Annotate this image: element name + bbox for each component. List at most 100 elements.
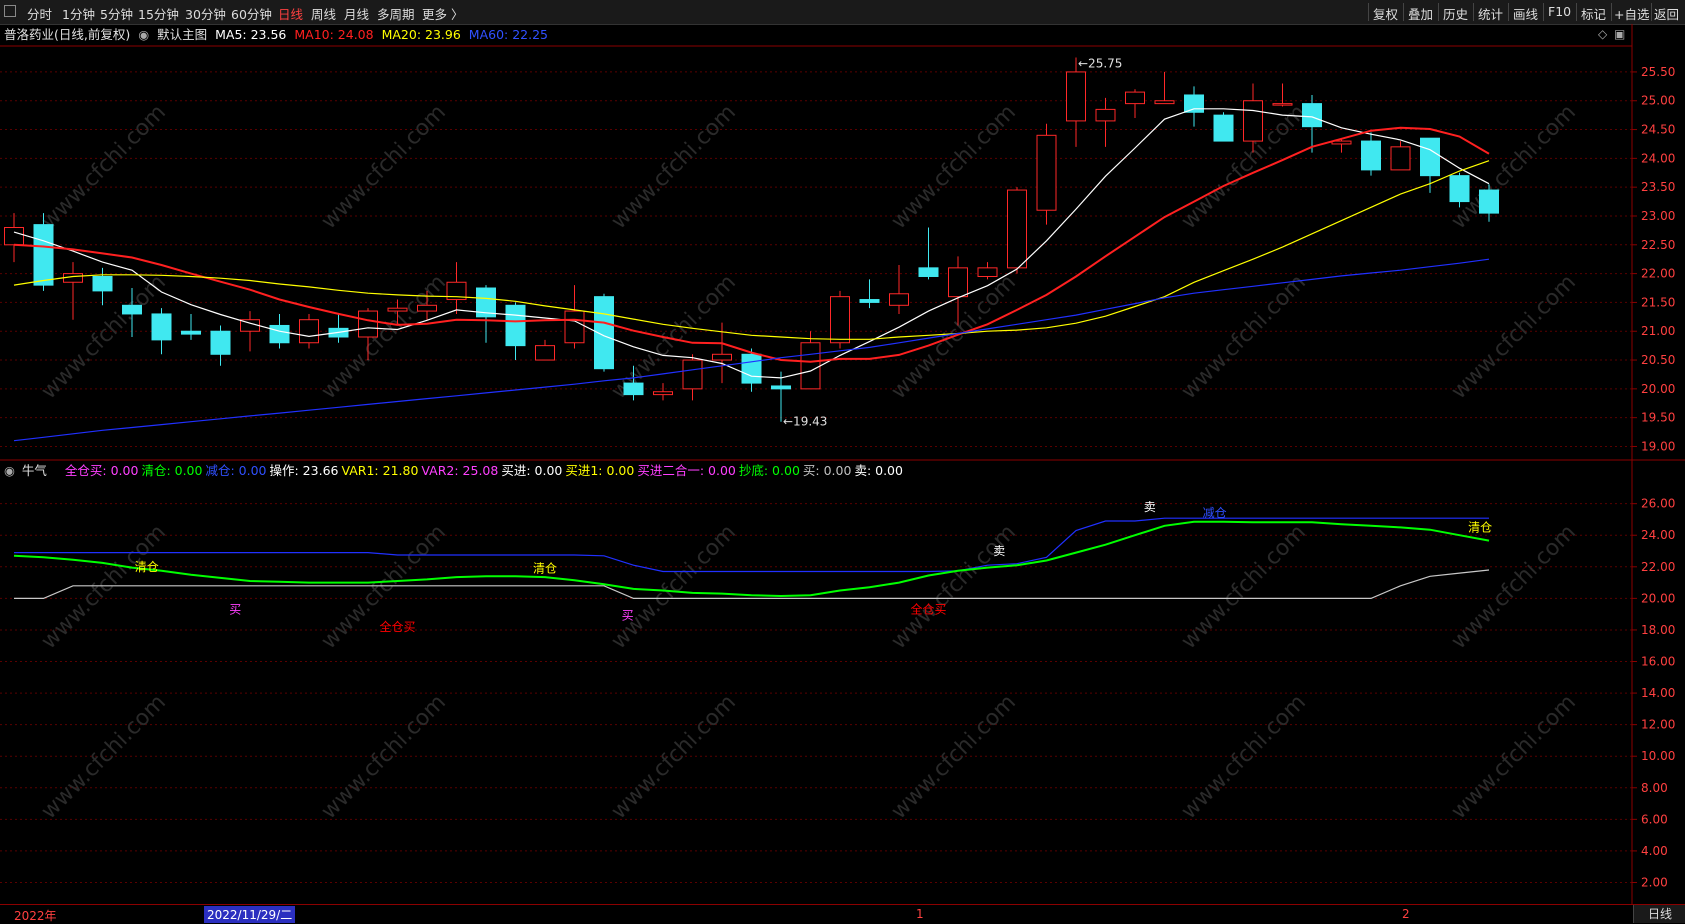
period-tab-5min[interactable]: 5分钟 [100, 4, 133, 23]
candle-body [564, 310, 585, 344]
candle-body [328, 327, 349, 338]
overlay-button[interactable]: 叠加 [1408, 4, 1433, 23]
watermark-text: www.cfchi.com [607, 690, 741, 824]
candle [476, 285, 496, 343]
candle [63, 262, 83, 320]
watermark-text: www.cfchi.com [317, 270, 451, 404]
candle-body [299, 319, 319, 344]
main-tick-label: 19.00 [1641, 439, 1675, 453]
period-tab-weekly[interactable]: 周线 [311, 4, 336, 23]
ma10-value: MA10: 24.08 [294, 27, 374, 42]
main-tick-label: 19.50 [1641, 411, 1675, 425]
indicator-tick-label: 6.00 [1641, 812, 1668, 826]
period-tab-1min[interactable]: 1分钟 [62, 4, 95, 23]
stats-button[interactable]: 统计 [1478, 4, 1503, 23]
candle [33, 213, 54, 291]
candle-body [535, 345, 555, 361]
f10-button[interactable]: F10 [1548, 4, 1571, 19]
candle [594, 293, 614, 372]
panel-maximize-icon[interactable]: ▣ [1614, 27, 1625, 41]
watermark-text: www.cfchi.com [37, 270, 171, 404]
candle [859, 279, 880, 309]
panel-minimize-icon[interactable]: ◇ [1598, 27, 1607, 41]
candle [771, 371, 791, 422]
watermark-text: www.cfchi.com [887, 690, 1021, 824]
time-axis-bar: 2022年 2022/11/29/二 1 2 日线 [0, 904, 1685, 923]
indicator-value-1: 清仓: 0.00 [141, 463, 203, 478]
candle-body [800, 342, 821, 390]
period-tab-daily[interactable]: 日线 [278, 4, 303, 23]
candle-body [712, 353, 732, 361]
indicator-legend: ◉ 牛气 全仓买: 0.00 清仓: 0.00 减仓: 0.00 操作: 23.66 V… [0, 460, 909, 478]
candle-body [210, 330, 231, 355]
candle-body [476, 287, 496, 318]
indicator-tick-label: 26.00 [1641, 497, 1675, 511]
add-watchlist-button[interactable]: +自选 [1614, 4, 1649, 23]
signal-label: 买 [622, 609, 634, 623]
indicator-tick-label: 8.00 [1641, 781, 1668, 795]
main-tick-label: 20.00 [1641, 382, 1675, 396]
signal-label: 全仓买 [910, 601, 946, 616]
candle [1007, 187, 1027, 274]
main-chart-name[interactable]: 默认主图 [157, 27, 207, 42]
candle-body [623, 382, 644, 396]
indicator-settings-icon[interactable]: ◉ [4, 463, 15, 478]
candle [1331, 138, 1352, 153]
month-mark-jan: 1 [916, 907, 924, 921]
indicator-name[interactable]: 牛气 [22, 463, 47, 478]
candle-body [1125, 91, 1145, 105]
back-button[interactable]: 返回 [1654, 4, 1679, 23]
candle-body [682, 359, 703, 390]
indicator-value-11: 卖: 0.00 [854, 463, 903, 478]
main-tick-label: 22.50 [1641, 238, 1675, 252]
mark-button[interactable]: 标记 [1581, 4, 1606, 23]
candle [1361, 132, 1381, 176]
candle-body [505, 304, 526, 347]
period-tab-15min[interactable]: 15分钟 [138, 4, 179, 23]
period-tab-30min[interactable]: 30分钟 [185, 4, 226, 23]
watermark-text: www.cfchi.com [37, 520, 171, 654]
candle [741, 348, 762, 392]
ma20-value: MA20: 23.96 [381, 27, 461, 42]
candle [151, 308, 172, 355]
watermark-text: www.cfchi.com [887, 270, 1021, 404]
signal-label: 全仓买 [379, 619, 415, 634]
main-tick-label: 25.50 [1641, 65, 1675, 79]
candle [446, 262, 467, 314]
adjust-button[interactable]: 复权 [1373, 4, 1398, 23]
period-tab-monthly[interactable]: 月线 [344, 4, 369, 23]
candle [1449, 172, 1470, 208]
min-price-label: ←19.43 [783, 415, 827, 429]
indicator-tick-label: 12.00 [1641, 718, 1675, 732]
candle [1390, 141, 1411, 171]
period-tab-60min[interactable]: 60分钟 [231, 4, 272, 23]
watermark-text: www.cfchi.com [317, 690, 451, 824]
period-tab-timeshare[interactable]: 分时 [27, 4, 52, 23]
watermark-text: www.cfchi.com [1447, 690, 1581, 824]
period-tab-multi[interactable]: 多周期 [377, 4, 415, 23]
chart-settings-icon[interactable]: ◉ [138, 27, 149, 42]
draw-button[interactable]: 画线 [1513, 4, 1538, 23]
candle [181, 313, 201, 340]
signal-label: 买 [229, 602, 241, 616]
signal-label: 清仓 [533, 561, 557, 575]
candle-body [1213, 114, 1234, 142]
candle-body [1066, 71, 1086, 122]
candle-body [1449, 175, 1470, 203]
candle-body [1331, 140, 1352, 145]
watermark-text: www.cfchi.com [1177, 270, 1311, 404]
candle [653, 383, 673, 401]
period-tab-more[interactable]: 更多 〉 [422, 4, 463, 23]
ma-line-ma5 [13, 108, 1490, 379]
history-button[interactable]: 历史 [1443, 4, 1468, 23]
candle-body [92, 275, 113, 292]
main-tick-label: 24.50 [1641, 123, 1675, 137]
layout-toggle-icon[interactable] [4, 5, 16, 17]
candle [1036, 123, 1057, 225]
candle [1272, 83, 1293, 107]
year-label: 2022年 [14, 909, 57, 923]
indicator-value-10: 买: 0.00 [802, 463, 852, 478]
candle-body [1243, 100, 1263, 142]
candle [328, 313, 349, 343]
signal-label: 卖 [1144, 500, 1156, 514]
